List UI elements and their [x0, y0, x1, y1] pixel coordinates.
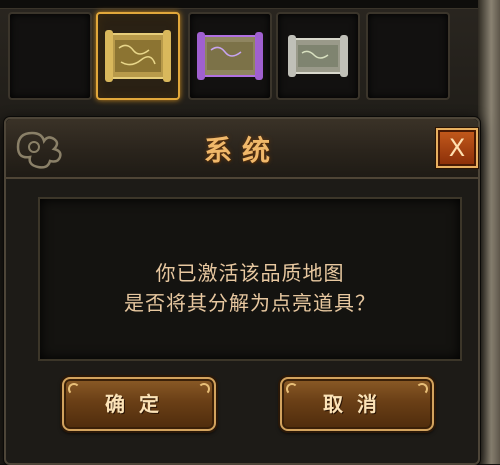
cancel-button[interactable]: 取消	[280, 377, 434, 431]
dialog-titlebar: 系统 X	[6, 119, 478, 179]
inventory-slot-gold-map[interactable]	[96, 12, 180, 100]
system-dialog: 系统 X 你已激活该品质地图 是否将其分解为点亮道具？ 确定 取消	[4, 117, 480, 465]
inventory-slot-empty[interactable]	[366, 12, 450, 100]
purple-map-scroll-icon	[197, 32, 263, 80]
window-edge-decoration	[478, 0, 500, 464]
inventory-top-strip	[0, 0, 500, 9]
gold-map-scroll-icon	[105, 30, 171, 82]
confirm-button[interactable]: 确定	[62, 377, 216, 431]
inventory-slot-empty[interactable]	[8, 12, 92, 100]
message-box: 你已激活该品质地图 是否将其分解为点亮道具？	[38, 197, 462, 361]
inventory-slot-purple-map[interactable]	[188, 12, 272, 100]
message-line-2: 是否将其分解为点亮道具？	[124, 291, 376, 315]
dialog-title: 系统	[203, 134, 280, 167]
silver-map-scroll-icon	[288, 35, 348, 77]
close-button[interactable]: X	[436, 128, 478, 168]
message-line-1: 你已激活该品质地图	[155, 261, 345, 285]
inventory-slot-silver-map[interactable]	[276, 12, 360, 100]
